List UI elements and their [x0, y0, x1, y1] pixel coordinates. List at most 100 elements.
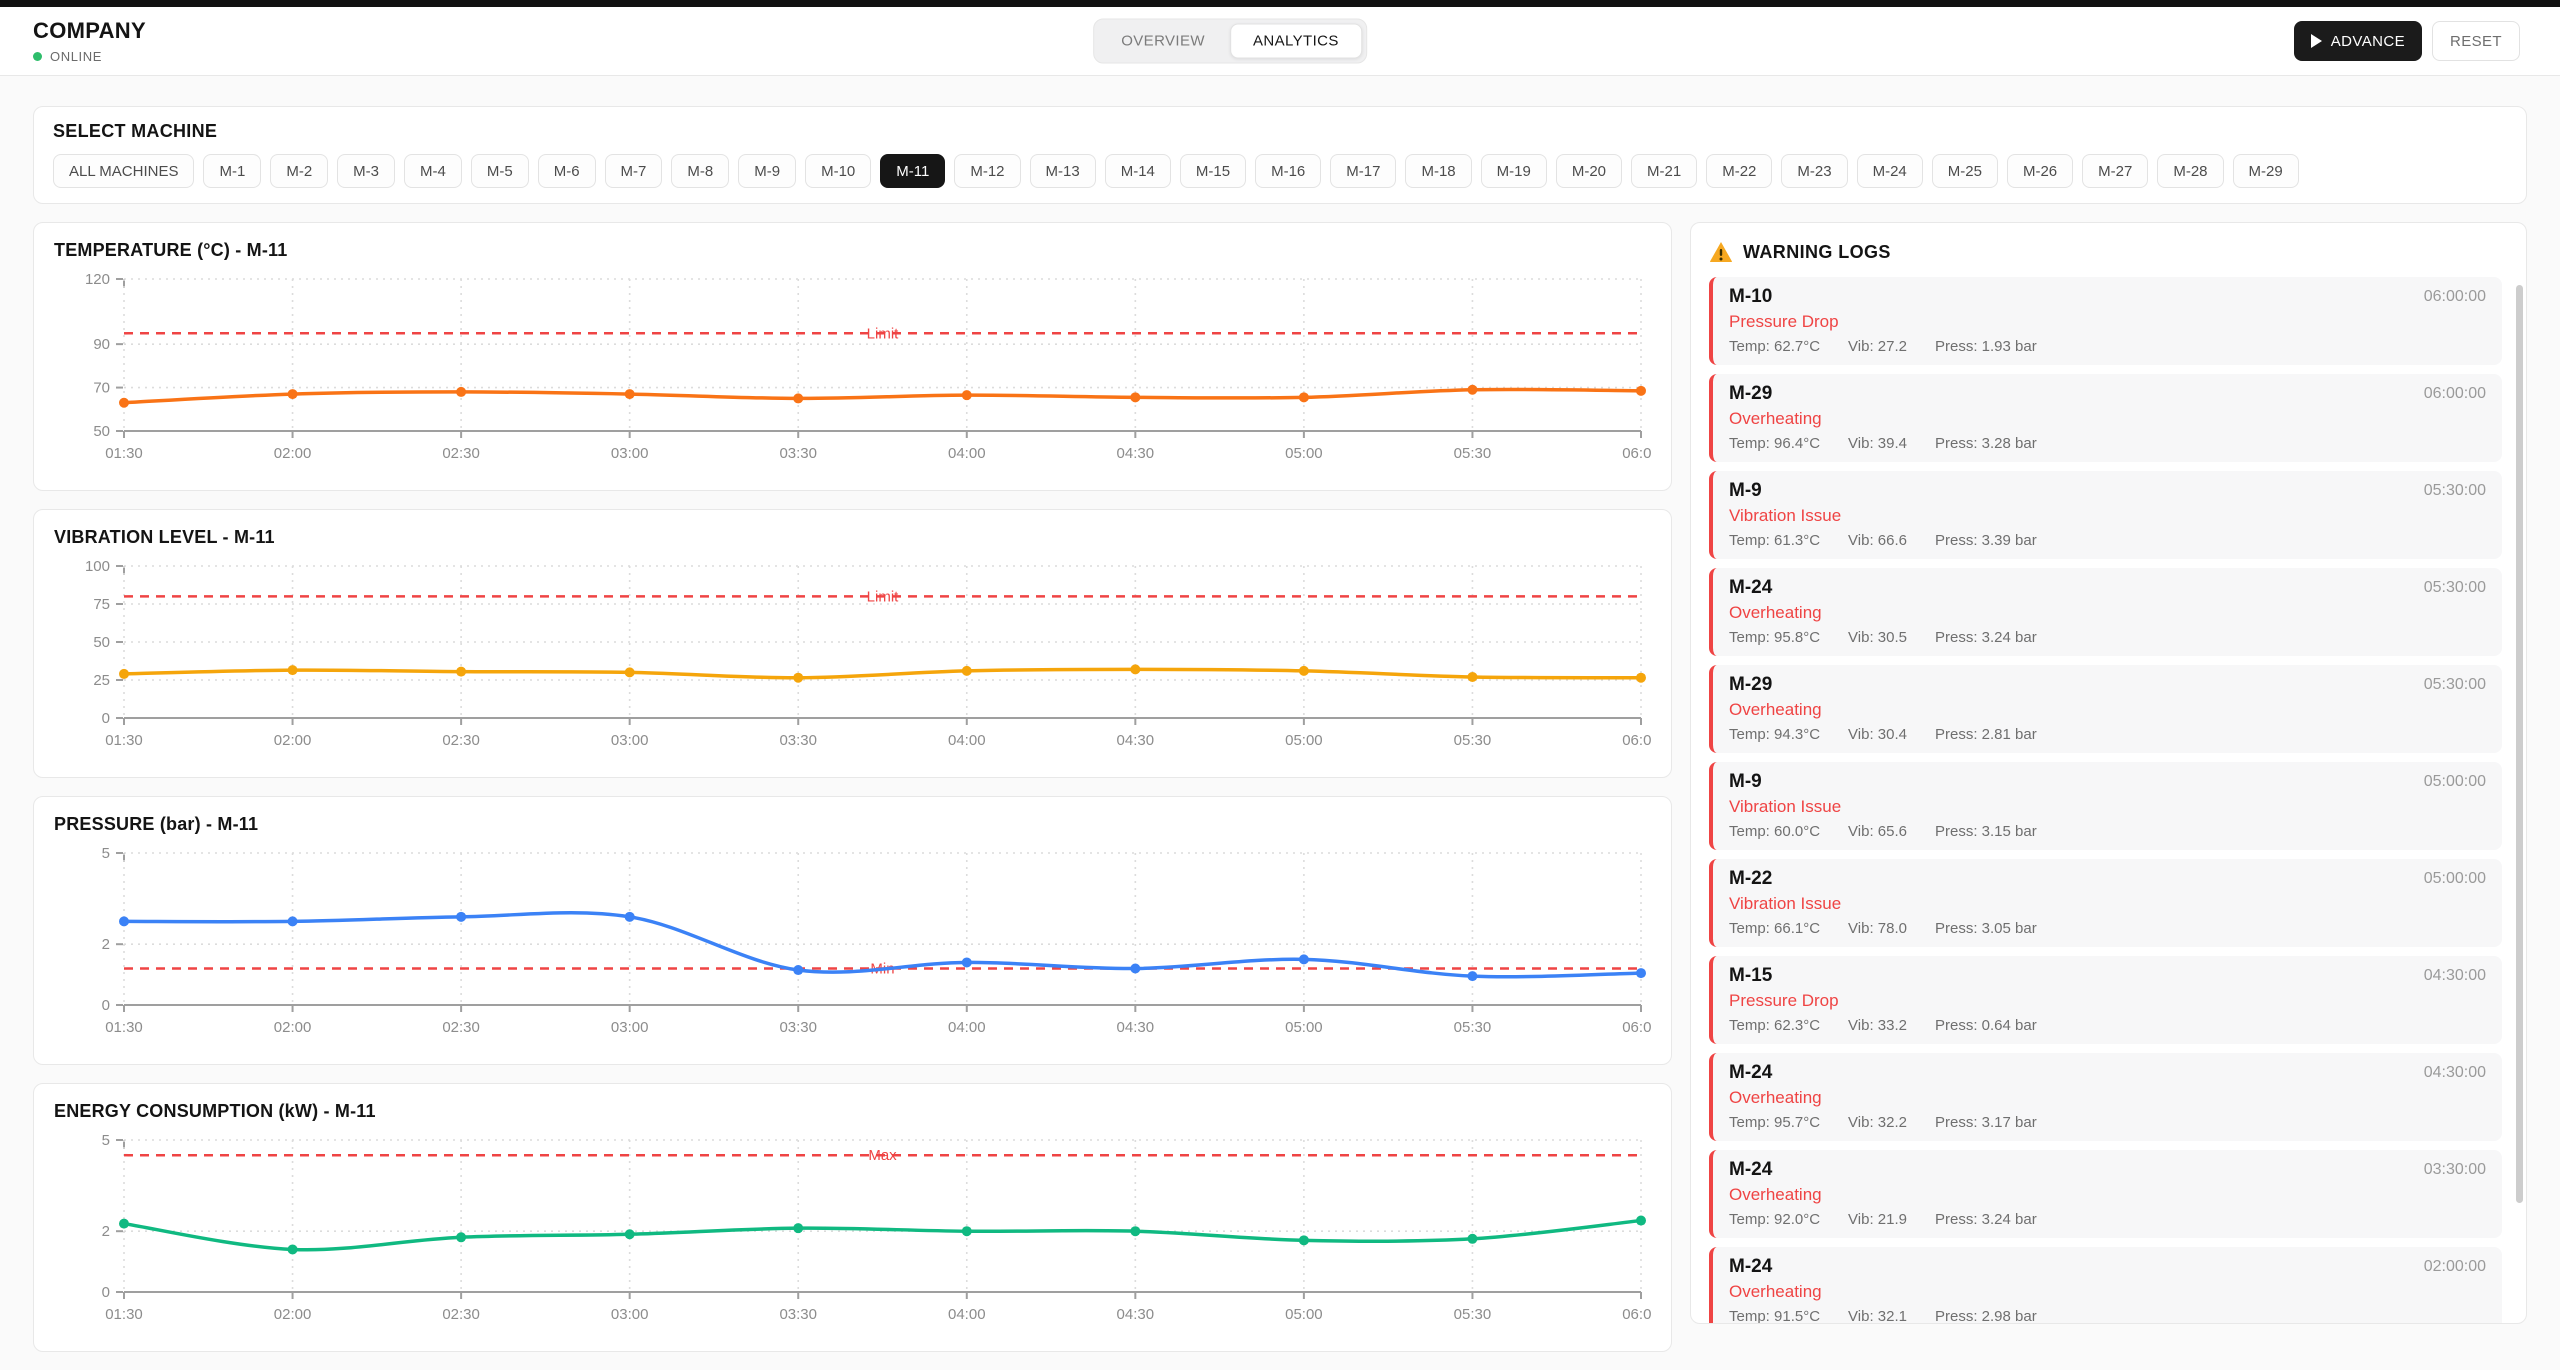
machine-button-m-11[interactable]: M-11: [880, 154, 946, 188]
log-stat-temp: Temp: 62.7°C: [1729, 338, 1821, 355]
log-stat-press: Press: 3.39 bar: [1935, 532, 2037, 549]
machine-button-m-27[interactable]: M-27: [2082, 154, 2149, 188]
machine-button-m-7[interactable]: M-7: [604, 154, 663, 188]
machine-button-m-10[interactable]: M-10: [805, 154, 872, 188]
data-point: [624, 389, 635, 400]
log-card-header: M-24 02:00:00: [1729, 1256, 2486, 1278]
warnings-scrollbar[interactable]: [2516, 285, 2523, 1203]
machine-button-m-29[interactable]: M-29: [2232, 154, 2299, 188]
log-issue-type: Vibration Issue: [1729, 506, 1842, 525]
y-tick-label: 100: [85, 558, 110, 575]
status-row: ONLINE: [33, 49, 146, 64]
data-point: [119, 916, 129, 927]
log-stat-vib: Vib: 32.1: [1848, 1308, 1907, 1324]
machine-button-m-23[interactable]: M-23: [1781, 154, 1848, 188]
warning-log-card: M-24 04:30:00 Overheating Temp: 95.7°C Vib: …: [1709, 1053, 2502, 1141]
log-stats-row: Temp: 62.7°C Vib: 27.2 Press: 1.93 bar: [1729, 338, 2486, 355]
log-stats-row: Temp: 62.3°C Vib: 33.2 Press: 0.64 bar: [1729, 1017, 2486, 1034]
warning-logs-header: WARNING LOGS: [1709, 241, 2502, 263]
x-tick-label: 01:30: [105, 732, 143, 749]
log-card-header: M-9 05:00:00: [1729, 771, 2486, 793]
x-tick-label: 04:30: [1117, 732, 1155, 749]
log-machine-id: M-24: [1729, 577, 1773, 598]
data-point: [793, 1223, 804, 1234]
chart-title: PRESSURE (bar) - M-11: [54, 814, 259, 834]
data-point: [961, 390, 972, 401]
log-stat-vib: Vib: 30.4: [1848, 726, 1907, 743]
online-status-dot: [33, 52, 42, 61]
log-stats-row: Temp: 94.3°C Vib: 30.4 Press: 2.81 bar: [1729, 726, 2486, 743]
machine-button-m-14[interactable]: M-14: [1104, 154, 1171, 188]
x-tick-label: 04:00: [948, 732, 986, 749]
warning-log-card: M-22 05:00:00 Vibration Issue Temp: 66.1°C V…: [1709, 859, 2502, 947]
machine-button-m-18[interactable]: M-18: [1405, 154, 1472, 188]
log-stat-temp: Temp: 94.3°C: [1729, 726, 1821, 743]
log-timestamp: 05:00:00: [2423, 870, 2486, 887]
status-label: ONLINE: [50, 49, 103, 64]
machine-button-all[interactable]: ALL MACHINES: [53, 154, 195, 188]
series-line: [122, 387, 1643, 405]
machine-button-m-17[interactable]: M-17: [1330, 154, 1397, 188]
machine-button-m-19[interactable]: M-19: [1480, 154, 1547, 188]
top-strip: [0, 0, 2560, 7]
x-tick-label: 03:00: [611, 732, 649, 749]
warning-icon: [1710, 242, 1732, 262]
machine-button-m-1[interactable]: M-1: [203, 154, 262, 188]
machine-button-m-13[interactable]: M-13: [1029, 154, 1096, 188]
machine-button-m-25[interactable]: M-25: [1931, 154, 1998, 188]
machine-button-m-12[interactable]: M-12: [954, 154, 1021, 188]
machine-button-m-5[interactable]: M-5: [470, 154, 529, 188]
warning-log-card: M-9 05:00:00 Vibration Issue Temp: 60.0°C Vi…: [1709, 762, 2502, 850]
machine-button-m-20[interactable]: M-20: [1555, 154, 1623, 188]
log-stat-vib: Vib: 78.0: [1848, 920, 1907, 937]
log-machine-id: M-29: [1729, 383, 1773, 404]
machine-button-m-21[interactable]: M-21: [1631, 154, 1698, 188]
chart-title: VIBRATION LEVEL - M-11: [54, 527, 275, 547]
machine-button-m-9[interactable]: M-9: [738, 154, 797, 188]
machine-button-m-24[interactable]: M-24: [1856, 154, 1923, 188]
data-point: [1636, 385, 1646, 396]
line-chart: 0 2 5 01:30 02:00 02:30 03:00 03:30 04:00 04:30 05…: [102, 1132, 1660, 1323]
data-point: [1130, 392, 1141, 403]
chart-card: ENERGY CONSUMPTION (kW) - M-11 0 2 5 01:30 02…: [33, 1083, 1672, 1352]
log-stat-press: Press: 3.28 bar: [1935, 435, 2037, 452]
advance-button[interactable]: ADVANCE: [2293, 21, 2422, 61]
tab-analytics[interactable]: ANALYTICS: [1229, 23, 1362, 59]
log-stat-press: Press: 3.24 bar: [1935, 1211, 2037, 1228]
machine-button-m-3[interactable]: M-3: [337, 154, 396, 188]
log-stat-press: Press: 3.15 bar: [1935, 823, 2037, 840]
tab-overview[interactable]: OVERVIEW: [1098, 24, 1228, 59]
machine-button-m-8[interactable]: M-8: [671, 154, 730, 188]
machine-button-m-4[interactable]: M-4: [404, 154, 462, 188]
x-tick-label: 03:30: [779, 732, 817, 749]
log-stat-temp: Temp: 92.0°C: [1729, 1211, 1821, 1228]
machine-button-m-2[interactable]: M-2: [270, 154, 329, 188]
chart-card: TEMPERATURE (°C) - M-11 50 70 90 120 01:30 02:…: [33, 222, 1672, 491]
log-machine-id: M-22: [1729, 868, 1773, 889]
reset-button[interactable]: RESET: [2431, 21, 2520, 61]
data-point: [1298, 392, 1309, 403]
y-tick-label: 50: [93, 634, 110, 651]
machine-button-m-16[interactable]: M-16: [1255, 154, 1322, 188]
x-tick-label: 02:00: [274, 445, 312, 462]
y-tick-label: 25: [93, 672, 110, 689]
machine-button-m-22[interactable]: M-22: [1706, 154, 1773, 188]
log-stat-press: Press: 3.17 bar: [1935, 1114, 2037, 1131]
warning-log-card: M-15 04:30:00 Pressure Drop Temp: 62.3°C Vib…: [1709, 956, 2502, 1044]
x-tick-label: 05:00: [1285, 1306, 1323, 1323]
machine-button-m-26[interactable]: M-26: [2006, 154, 2074, 188]
machine-button-m-6[interactable]: M-6: [537, 154, 596, 188]
series-line: [122, 1218, 1643, 1252]
warning-log-card: M-29 06:00:00 Overheating Temp: 96.4°C Vib: …: [1709, 374, 2502, 462]
y-tick-label: 5: [102, 845, 110, 862]
x-tick-label: 02:30: [442, 1306, 480, 1323]
x-tick-label: 06:00: [1622, 445, 1651, 462]
log-card-header: M-24 05:30:00: [1729, 577, 2486, 599]
view-tabs: OVERVIEW ANALYTICS: [1093, 18, 1367, 64]
x-tick-label: 06:00: [1622, 1306, 1651, 1323]
data-point: [1467, 384, 1478, 395]
machine-button-m-15[interactable]: M-15: [1179, 154, 1247, 188]
log-card-header: M-29 05:30:00: [1729, 674, 2486, 696]
x-tick-label: 03:30: [779, 445, 817, 462]
machine-button-m-28[interactable]: M-28: [2157, 154, 2224, 188]
